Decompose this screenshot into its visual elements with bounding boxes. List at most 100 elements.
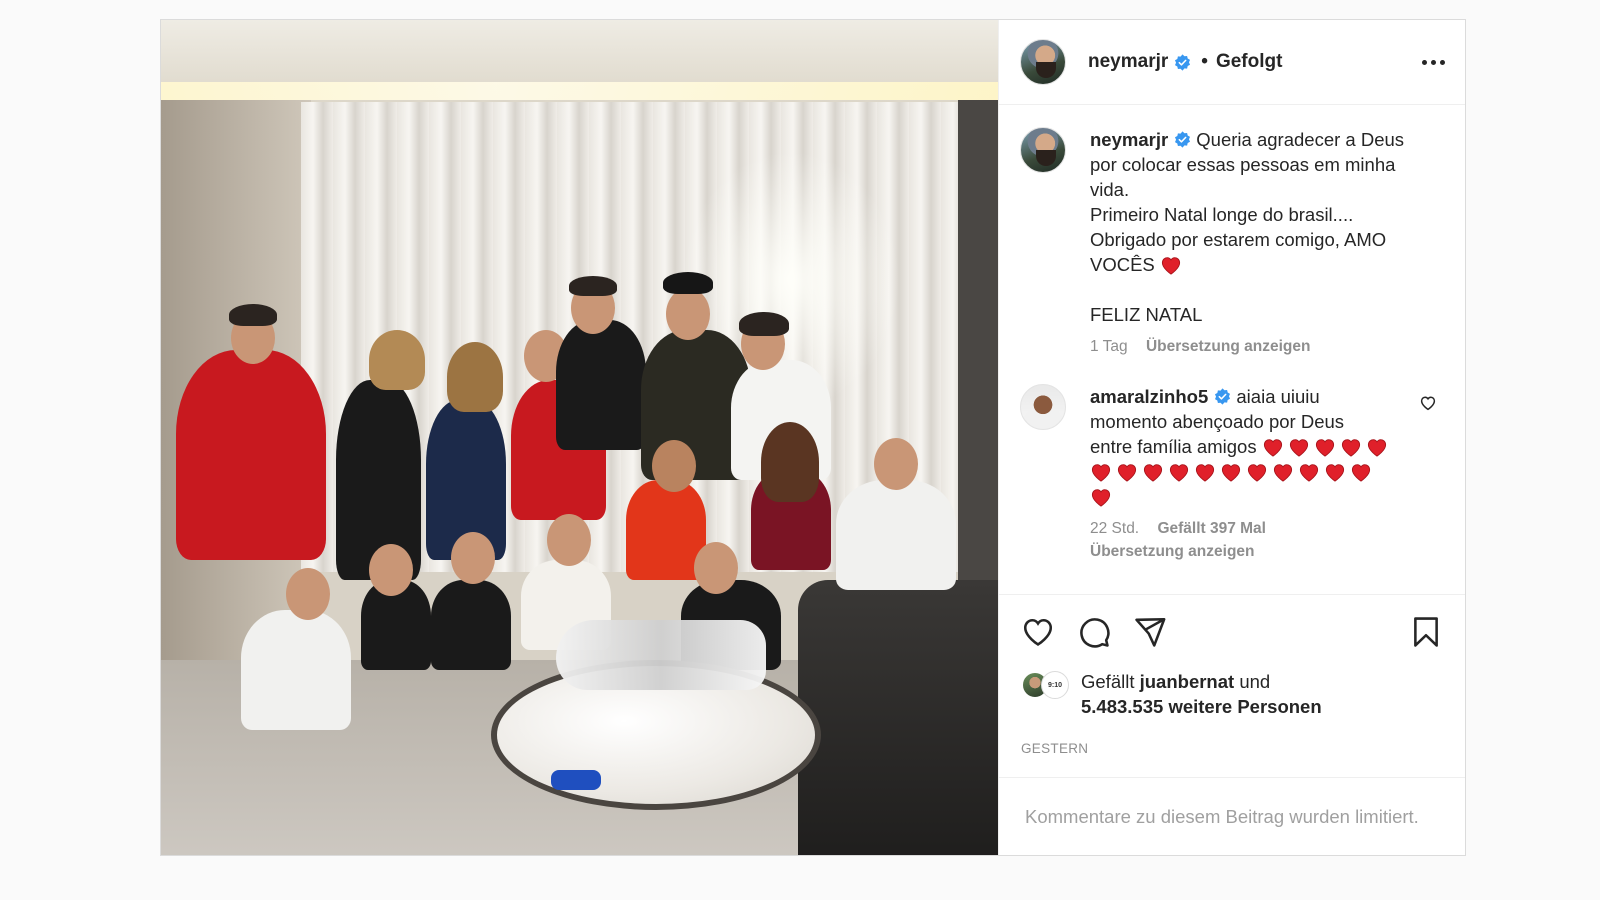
photo-person-head — [652, 440, 696, 492]
comment-translate-link[interactable]: Übersetzung anzeigen — [1090, 543, 1255, 560]
red-heart-emoji — [1161, 257, 1181, 275]
comments-section[interactable]: neymarjr Queria agradecer a Deus por col… — [999, 105, 1465, 594]
photo-person — [431, 580, 511, 670]
verified-icon — [1215, 388, 1231, 405]
photo-person — [556, 320, 646, 450]
photo-person-head — [874, 438, 918, 490]
liker-username[interactable]: juanbernat — [1140, 671, 1235, 692]
caption-translate-link[interactable]: Übersetzung anzeigen — [1146, 338, 1311, 355]
liker-avatar-badge: 9:10 — [1041, 671, 1069, 699]
more-options-button[interactable] — [1422, 54, 1445, 71]
comment-time[interactable]: 22 Std. — [1090, 520, 1139, 537]
red-heart-emoji — [1221, 464, 1241, 482]
photo-person-head — [369, 544, 413, 596]
comment-meta: 22 Std. Gefällt 397 Mal Übersetzung anze… — [1090, 517, 1409, 563]
likes-prefix: Gefällt — [1081, 671, 1135, 692]
action-bar — [999, 594, 1465, 669]
comment-body: amaralzinho5 aiaia uiuiu momento abençoa… — [1090, 384, 1445, 563]
caption-text-line: Queria agradecer a Deus — [1196, 129, 1405, 150]
red-heart-emoji — [1289, 439, 1308, 457]
photo-person-head — [451, 532, 495, 584]
caption-closing: FELIZ NATAL — [1090, 304, 1203, 325]
caption-text-line-with-heart: VOCÊS — [1090, 252, 1445, 277]
heart-icon[interactable] — [1021, 615, 1055, 649]
red-heart-emoji — [1273, 464, 1293, 482]
red-heart-emoji — [1367, 439, 1386, 457]
red-heart-emoji — [1263, 439, 1282, 457]
caption-text-line: VOCÊS — [1090, 254, 1155, 275]
caption-username[interactable]: neymarjr — [1090, 129, 1168, 150]
photo-toy-car — [551, 770, 601, 790]
red-heart-emoji — [1247, 464, 1267, 482]
red-heart-emoji — [1117, 464, 1137, 482]
commenter-username[interactable]: amaralzinho5 — [1090, 386, 1208, 407]
follow-status-button[interactable]: Gefolgt — [1216, 51, 1283, 73]
comment-item: amaralzinho5 aiaia uiuiu momento abençoa… — [1020, 384, 1445, 563]
verified-icon — [1175, 53, 1191, 71]
photo-person-hair — [761, 422, 819, 502]
red-heart-emoji — [1143, 464, 1163, 482]
share-icon[interactable] — [1133, 615, 1167, 649]
photo-jaguar-statue — [556, 620, 766, 690]
photo-person — [836, 480, 956, 590]
comments-limited-notice: Kommentare zu diesem Beitrag wurden limi… — [999, 777, 1465, 855]
likes-text: Gefällt juanbernat und 5.483.535 weitere… — [1081, 669, 1322, 719]
comment-text-line-with-hearts: entre família amigos — [1090, 434, 1409, 459]
author-info: neymarjr • Gefolgt — [1088, 51, 1282, 73]
photo-person-head — [694, 542, 738, 594]
photo-sofa — [798, 580, 998, 855]
photo-person-head — [666, 288, 710, 340]
photo-person-hair — [569, 276, 617, 296]
comment-icon[interactable] — [1077, 615, 1111, 649]
red-heart-emoji — [1325, 464, 1345, 482]
author-username[interactable]: neymarjr — [1088, 51, 1168, 73]
post-header: neymarjr • Gefolgt — [999, 20, 1465, 105]
small-heart-icon[interactable] — [1419, 394, 1437, 412]
red-heart-emoji — [1091, 489, 1111, 507]
comment-text-line: entre família amigos — [1090, 436, 1257, 457]
post-side-panel: neymarjr • Gefolgt neymarjr Queria agrad… — [998, 20, 1465, 855]
author-avatar[interactable] — [1020, 39, 1066, 85]
more-icon — [1422, 59, 1427, 65]
photo-person — [241, 610, 351, 730]
liker-avatars[interactable]: 9:10 — [1021, 671, 1071, 699]
likes-joiner: und — [1239, 671, 1271, 692]
photo-person-hair — [663, 272, 713, 294]
post-photo[interactable] — [161, 20, 998, 855]
comment-text-line: aiaia uiuiu — [1236, 386, 1320, 407]
caption-body: neymarjr Queria agradecer a Deus por col… — [1090, 127, 1445, 358]
more-icon — [1440, 59, 1445, 65]
red-heart-emoji — [1315, 439, 1334, 457]
separator-dot: • — [1201, 51, 1208, 72]
post-card: neymarjr • Gefolgt neymarjr Queria agrad… — [160, 19, 1466, 856]
verified-icon — [1175, 131, 1191, 148]
photo-person-hair — [447, 342, 503, 412]
photo-person-head — [547, 514, 591, 566]
caption-text-line: vida. — [1090, 179, 1130, 200]
caption: neymarjr Queria agradecer a Deus por col… — [1020, 127, 1445, 358]
photo-person-hair — [229, 304, 277, 326]
post-date[interactable]: GESTERN — [999, 729, 1465, 777]
red-heart-emoji — [1299, 464, 1319, 482]
caption-text-line: Obrigado por estarem comigo, AMO — [1090, 229, 1387, 250]
heart-emoji-group — [1090, 484, 1409, 509]
photo-person-head — [286, 568, 330, 620]
caption-time[interactable]: 1 Tag — [1090, 338, 1128, 355]
heart-emoji-group — [1090, 459, 1409, 484]
caption-text-line: por colocar essas pessoas em minha — [1090, 154, 1396, 175]
photo-person — [176, 350, 326, 560]
red-heart-emoji — [1195, 464, 1215, 482]
comment-likes[interactable]: Gefällt 397 Mal — [1157, 520, 1266, 537]
caption-text-line: Primeiro Natal longe do brasil.... — [1090, 204, 1354, 225]
photo-person-hair — [739, 312, 789, 336]
commenter-avatar[interactable] — [1020, 384, 1066, 430]
red-heart-emoji — [1351, 464, 1371, 482]
red-heart-emoji — [1091, 464, 1111, 482]
comment-text-line: momento abençoado por Deus — [1090, 411, 1345, 432]
heart-emoji-group — [1262, 436, 1392, 457]
caption-avatar[interactable] — [1020, 127, 1066, 173]
more-icon — [1431, 59, 1436, 65]
bookmark-icon[interactable] — [1409, 615, 1443, 649]
likes-others-link[interactable]: 5.483.535 weitere Personen — [1081, 696, 1322, 717]
